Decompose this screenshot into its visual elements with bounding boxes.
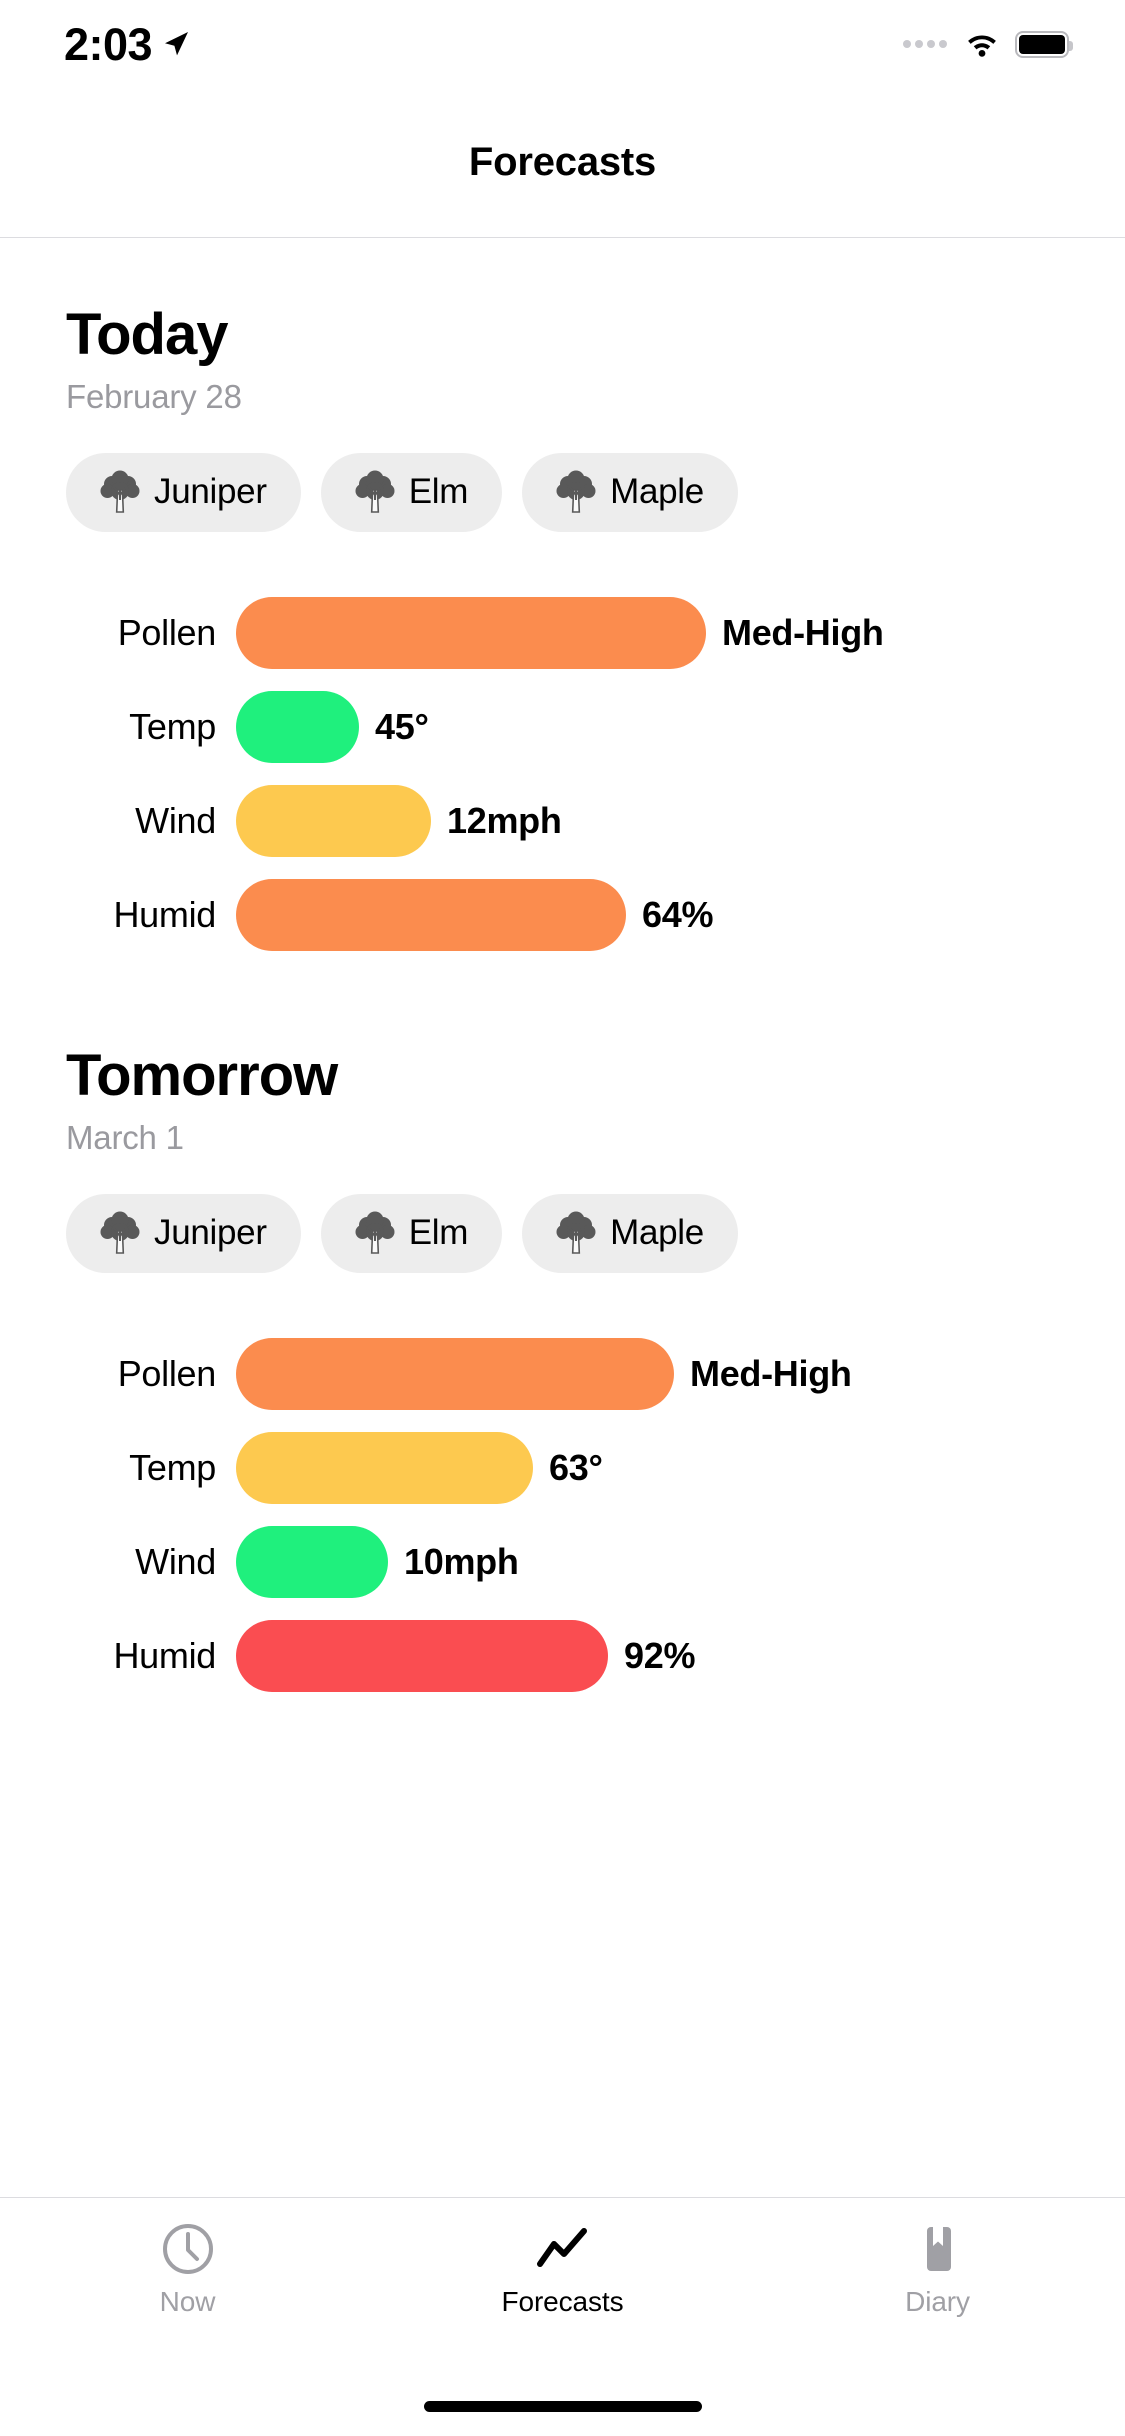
allergen-chip-row: Juniper Elm Maple — [66, 452, 1059, 532]
battery-full-icon — [1015, 30, 1073, 58]
metric-value: 12mph — [447, 799, 562, 841]
metric-value: Med-High — [722, 611, 884, 653]
allergen-chip-row: Juniper Elm Maple — [66, 1193, 1059, 1273]
metric-value: 63° — [549, 1446, 603, 1488]
tree-icon — [556, 470, 596, 514]
metric-label: Wind — [135, 799, 216, 841]
tree-icon — [100, 1211, 140, 1255]
tree-icon — [100, 470, 140, 514]
wifi-icon — [965, 31, 999, 57]
metric-bar — [236, 1525, 388, 1598]
allergen-chip-label: Juniper — [154, 1213, 267, 1253]
metric-label: Temp — [129, 705, 216, 747]
metric-bar-chart: Pollen Med-High Temp 63° Wind 10mph Humi… — [66, 1327, 1059, 1703]
metric-row-humid: Humid 92% — [66, 1609, 1059, 1703]
tree-icon — [355, 470, 395, 514]
page-title: Forecasts — [468, 140, 657, 184]
bottom-tab-bar: Now Forecasts Diary — [0, 2197, 1125, 2357]
tab-label: Forecasts — [501, 2286, 624, 2317]
allergen-chip-elm[interactable]: Elm — [320, 1193, 503, 1273]
tab-label: Now — [159, 2286, 216, 2317]
metric-row-pollen: Pollen Med-High — [66, 1327, 1059, 1421]
book-icon — [911, 2222, 965, 2276]
allergen-chip-label: Juniper — [154, 472, 267, 512]
allergen-chip-juniper[interactable]: Juniper — [66, 1193, 301, 1273]
tab-now[interactable]: Now — [0, 2198, 375, 2318]
allergen-chip-label: Elm — [408, 1213, 469, 1253]
forecast-section-tomorrow: Tomorrow March 1 Juniper Elm Maple Polle… — [0, 962, 1125, 1703]
tree-icon — [355, 1211, 395, 1255]
metric-row-humid: Humid 64% — [66, 868, 1059, 962]
metric-label: Pollen — [117, 1352, 217, 1394]
metric-value: 45° — [375, 705, 429, 747]
metric-value: 10mph — [404, 1540, 519, 1582]
metric-bar — [236, 596, 706, 669]
forecast-section-today: Today February 28 Juniper Elm Maple Poll… — [0, 239, 1125, 962]
metric-value: 64% — [642, 893, 714, 935]
metric-label: Wind — [135, 1540, 216, 1582]
metric-bar — [236, 1337, 674, 1410]
section-date: February 28 — [66, 377, 242, 415]
location-arrow-icon — [162, 30, 190, 58]
tab-diary[interactable]: Diary — [750, 2198, 1125, 2318]
metric-row-temp: Temp 45° — [66, 680, 1059, 774]
forecast-scroll-area[interactable]: Today February 28 Juniper Elm Maple Poll… — [0, 239, 1125, 2197]
metric-bar — [236, 690, 359, 763]
chart-line-icon — [534, 2222, 592, 2276]
metric-row-pollen: Pollen Med-High — [66, 586, 1059, 680]
metric-value: Med-High — [690, 1352, 852, 1394]
tab-forecasts[interactable]: Forecasts — [375, 2198, 750, 2318]
navigation-header: Forecasts — [0, 88, 1125, 238]
tab-label: Diary — [905, 2286, 970, 2317]
status-time: 2:03 — [64, 18, 153, 70]
allergen-chip-maple[interactable]: Maple — [522, 452, 738, 532]
status-bar-right — [903, 30, 1073, 58]
home-indicator — [423, 2401, 702, 2412]
allergen-chip-elm[interactable]: Elm — [320, 452, 503, 532]
section-date: March 1 — [66, 1118, 184, 1156]
metric-label: Humid — [113, 893, 216, 935]
metric-bar — [236, 1431, 533, 1504]
status-bar-left: 2:03 — [64, 22, 190, 67]
signal-dots-icon — [903, 40, 947, 48]
metric-label: Temp — [129, 1446, 216, 1488]
clock-icon — [161, 2222, 215, 2276]
metric-bar — [236, 878, 626, 951]
metric-value: 92% — [624, 1634, 696, 1676]
section-title: Today — [66, 302, 229, 367]
metric-label: Pollen — [117, 611, 217, 653]
metric-bar — [236, 784, 431, 857]
metric-row-temp: Temp 63° — [66, 1421, 1059, 1515]
metric-bar-chart: Pollen Med-High Temp 45° Wind 12mph Humi… — [66, 586, 1059, 962]
metric-row-wind: Wind 10mph — [66, 1515, 1059, 1609]
metric-bar — [236, 1619, 608, 1692]
allergen-chip-label: Elm — [408, 472, 469, 512]
allergen-chip-juniper[interactable]: Juniper — [66, 452, 301, 532]
metric-label: Humid — [113, 1634, 216, 1676]
status-bar: 2:03 — [0, 0, 1125, 88]
section-title: Tomorrow — [66, 1042, 338, 1108]
metric-row-wind: Wind 12mph — [66, 774, 1059, 868]
allergen-chip-label: Maple — [610, 472, 704, 512]
allergen-chip-label: Maple — [610, 1213, 704, 1253]
tree-icon — [556, 1211, 596, 1255]
allergen-chip-maple[interactable]: Maple — [522, 1193, 738, 1273]
